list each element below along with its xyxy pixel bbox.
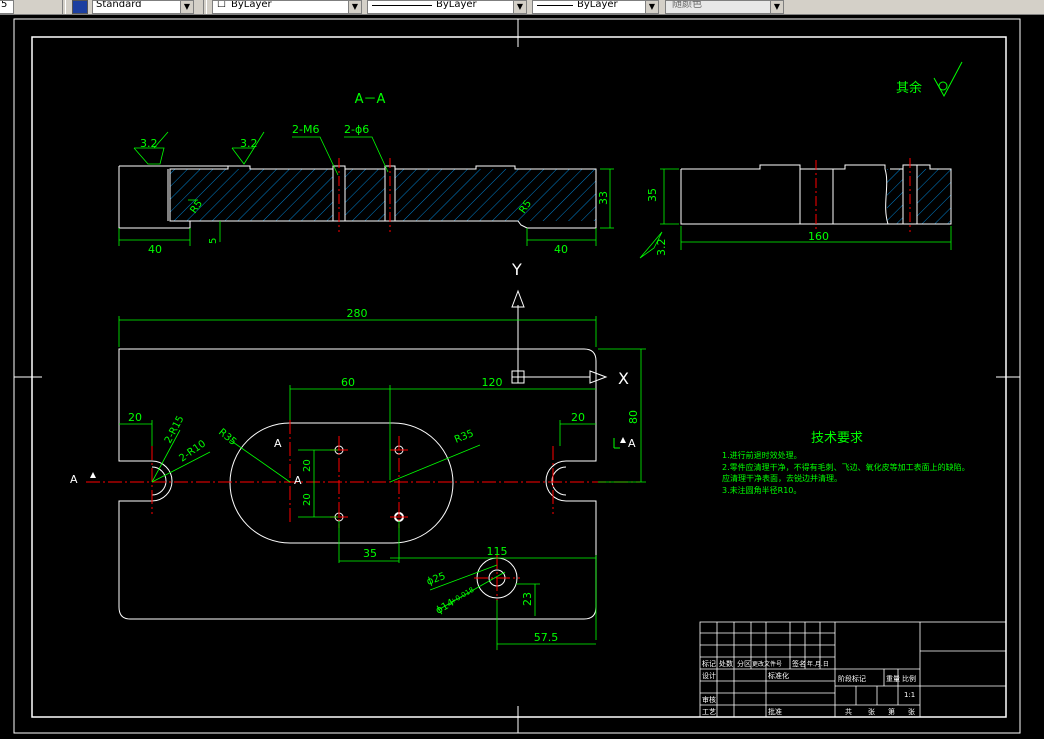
radius-callout: R35 [216, 427, 238, 448]
tech-title: 技术要求 [811, 431, 863, 446]
tb-cell: 批准 [768, 707, 782, 716]
tb-cell: 签名 [792, 659, 806, 668]
section-cut-indicator [613, 438, 620, 449]
chevron-down-icon: ▼ [513, 1, 526, 13]
sheet-outer-border [13, 18, 1021, 734]
title-block [699, 621, 1007, 718]
roughness-value: 3.2 [655, 239, 668, 257]
line-sample-icon [372, 5, 432, 6]
tb-cell: 标准化 [768, 671, 789, 680]
hole-callout: 2-ϕ6 [344, 123, 369, 136]
plot-style-dropdown[interactable]: 随颜色 ▼ [665, 0, 784, 14]
section-view [118, 158, 597, 232]
tb-cell: 比例 [902, 674, 916, 683]
dim-text: 60 [341, 376, 355, 389]
plan-view [118, 348, 597, 620]
roughness-rest-icon [933, 61, 963, 98]
tb-cell: 阶段标记 [838, 674, 866, 683]
dim-text: 80 [627, 410, 640, 424]
dim-text: 120 [482, 376, 503, 389]
chevron-down-icon: ▼ [770, 1, 783, 13]
tb-cell: 重量 [886, 675, 900, 683]
tb-cell: 设计 [702, 671, 716, 680]
dim-text: 23 [521, 592, 534, 606]
linetype-dropdown[interactable]: ByLayer ▼ [367, 0, 527, 14]
dim-text: 57.5 [534, 631, 559, 644]
color-square-icon: ☐ [217, 0, 226, 10]
center-lines [86, 420, 640, 601]
tb-cell: 共 [845, 707, 852, 716]
hole-crosshairs [330, 449, 408, 518]
dim-text: 20 [128, 411, 142, 424]
tech-item: 应清理干净表面，去锐边并清理。 [722, 473, 842, 483]
tb-cell: 张 [908, 707, 915, 716]
plan-dimensions [118, 316, 646, 650]
chevron-down-icon: ▼ [180, 1, 193, 13]
tb-cell: 分区 [737, 659, 751, 668]
tech-item: 2.零件应清理干净，不得有毛刺、飞边、氧化皮等加工表面上的缺陷。 [722, 462, 970, 472]
text-style-dropdown[interactable]: Standard ▼ [92, 0, 194, 14]
tb-cell: 审核 [702, 695, 716, 704]
toolbar-separator [62, 0, 66, 14]
tb-cell: 工艺 [702, 708, 716, 716]
radius-callout: 2-R15 [163, 414, 187, 445]
tb-cell: 处数 [719, 659, 733, 668]
lineweight-dropdown[interactable]: ByLayer ▼ [532, 0, 659, 14]
dim-text: 5 [208, 238, 219, 244]
ucs-icon [511, 289, 608, 384]
x-axis-label: X [618, 369, 629, 388]
centering-marks [14, 19, 1020, 733]
tech-item: 3.未注圆角半径R10。 [722, 485, 801, 495]
plot-style-value: 随颜色 [672, 0, 702, 10]
layer-dropdown[interactable]: ☐ ByLayer ▼ [212, 0, 362, 14]
section-title: A－A [355, 92, 386, 107]
drawing-canvas[interactable]: A－A 其余 3.2 3.2 2-M6 2-ϕ6 40 40 33 5 R5 R… [0, 15, 1044, 739]
section-mark: A [294, 474, 302, 487]
diameter-callout: ϕ25 [425, 571, 447, 588]
toolbar-separator [203, 0, 207, 14]
line-sample-icon [537, 5, 573, 6]
section-mark: A [70, 473, 78, 486]
roughness-value: 3.2 [240, 137, 258, 150]
section-mark: A [628, 437, 636, 450]
properties-toolbar: 5 Standard ▼ ☐ ByLayer ▼ ByLayer ▼ ByLayer ▼ … [0, 0, 1044, 15]
text-style-icon[interactable] [72, 0, 88, 14]
side-view [680, 158, 952, 232]
dim-text: 20 [302, 493, 313, 506]
tb-cell: 标记 [702, 659, 716, 668]
tb-cell: 更改文件号 [752, 660, 782, 668]
lineweight-value: ByLayer [577, 0, 618, 10]
linetype-value: ByLayer [436, 0, 477, 10]
dim-text: 35 [363, 547, 377, 560]
tolerance-callout: +0.018 [449, 586, 475, 606]
dim-text: 20 [571, 411, 585, 424]
section-arrow-icon [90, 472, 96, 478]
stub-value: 5 [1, 0, 8, 10]
dim-text: 280 [347, 307, 368, 320]
tb-cell: 张 [868, 707, 875, 716]
layer-value: ByLayer [231, 0, 272, 10]
tb-cell: 1:1 [904, 691, 915, 699]
radius-callout: R35 [453, 428, 475, 446]
roughness-rest-label: 其余 [896, 80, 922, 96]
section-arrow-icon [620, 437, 626, 443]
chevron-down-icon: ▼ [348, 1, 361, 13]
dim-text: 40 [148, 243, 162, 256]
tb-cell: 年.月.日 [807, 660, 829, 668]
chevron-down-icon: ▼ [645, 1, 658, 13]
thread-callout: 2-M6 [292, 123, 319, 136]
roughness-value: 3.2 [140, 137, 158, 150]
dim-text: 20 [302, 459, 313, 472]
y-axis-label: Y [511, 260, 522, 279]
dim-text: 35 [646, 188, 659, 202]
tech-item: 1.进行前退时效处理。 [722, 450, 802, 460]
dim-text: 160 [808, 230, 829, 243]
section-mark: A [274, 437, 282, 450]
text-style-value: Standard [96, 0, 142, 10]
tb-cell: 第 [888, 707, 895, 716]
stub-dropdown[interactable]: 5 [0, 0, 14, 14]
dim-text: 33 [597, 191, 610, 205]
dim-text: 115 [487, 545, 508, 558]
dim-text: 40 [554, 243, 568, 256]
